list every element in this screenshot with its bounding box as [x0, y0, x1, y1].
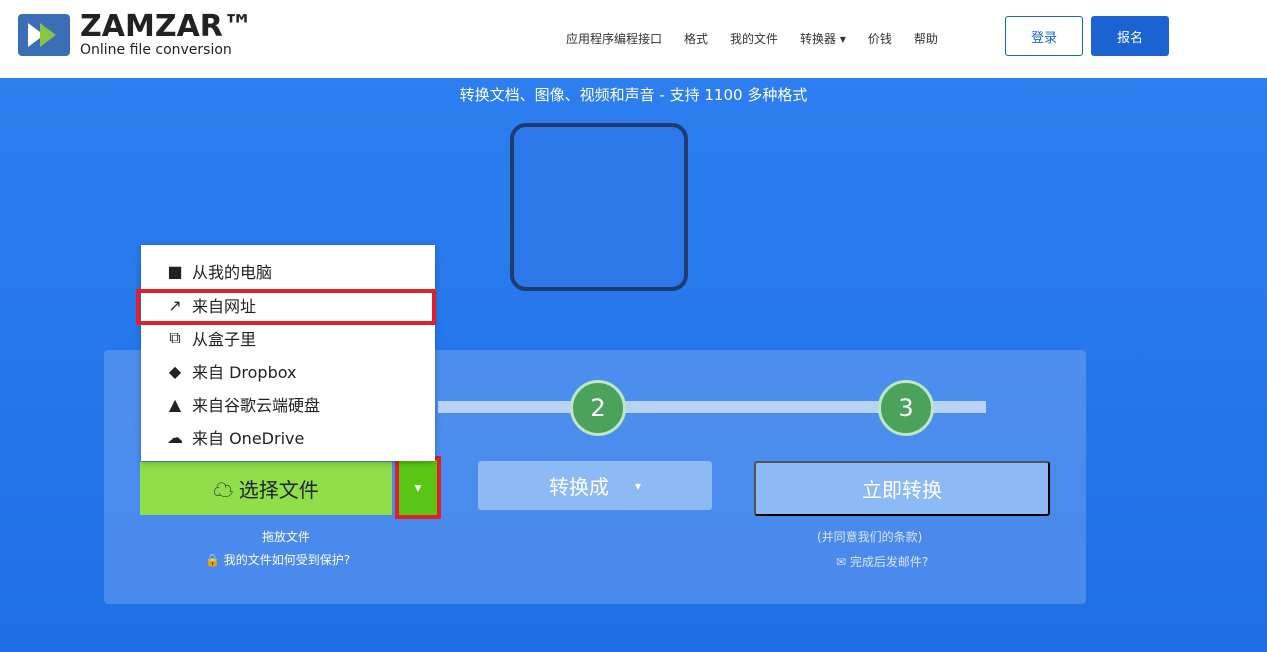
convert-now-button[interactable]: 立即转换	[754, 461, 1050, 516]
source-my-computer[interactable]: ■ 从我的电脑	[141, 255, 435, 287]
select-caret-icon: ▾	[634, 478, 642, 493]
brand-subtitle: Online file conversion	[80, 42, 232, 58]
source-box[interactable]: ⧉ 从盒子里	[141, 322, 435, 354]
box-icon: ⧉	[169, 328, 181, 347]
signup-button[interactable]: 报名	[1091, 16, 1169, 56]
step-3-indicator: 3	[878, 380, 934, 436]
convert-to-label: 转换成	[548, 475, 609, 499]
source-google-drive[interactable]: ▲ 来自谷歌云端硬盘	[141, 388, 435, 420]
nav-help[interactable]: 帮助	[914, 30, 938, 47]
file-protection-link[interactable]: 🔒 我的文件如何受到保护?	[205, 551, 350, 568]
source-onedrive[interactable]: ☁ 来自 OneDrive	[141, 421, 435, 453]
convert-to-select[interactable]: 转换成 ▾	[478, 461, 712, 510]
caret-down-icon: ▾	[414, 479, 422, 495]
brand-name: ZAMZAR™	[80, 9, 253, 44]
zamzar-logo[interactable]: ZAMZAR™ Online file conversion	[18, 12, 253, 58]
nav-my-files[interactable]: 我的文件	[730, 30, 778, 47]
file-source-dropdown: ■ 从我的电脑 ↗ 来自网址 ⧉ 从盒子里 ◆ 来自 Dropbox ▲ 来自谷歌云端硬盘…	[141, 245, 435, 461]
header: ZAMZAR™ Online file conversion 应用程序编程接口 …	[0, 0, 1267, 78]
fast-forward-illustration	[510, 123, 688, 291]
lock-icon: 🔒	[205, 553, 220, 567]
main-nav: 应用程序编程接口 格式 我的文件 转换器 ▾ 价钱 帮助	[566, 30, 938, 47]
envelope-icon: ✉	[836, 555, 847, 569]
zamzar-logo-icon	[18, 14, 70, 56]
highlight-from-url	[136, 289, 436, 325]
drag-drop-hint: 拖放文件	[262, 530, 311, 544]
choose-files-button[interactable]: ☁ 选择文件	[140, 462, 392, 515]
step-2-indicator: 2	[570, 380, 626, 436]
source-dropbox[interactable]: ◆ 来自 Dropbox	[141, 355, 435, 387]
nav-pricing[interactable]: 价钱	[868, 30, 892, 47]
dropbox-icon: ◆	[168, 361, 182, 381]
email-when-done-label: 完成后发邮件?	[849, 555, 929, 569]
file-protection-label: 我的文件如何受到保护?	[223, 553, 351, 567]
email-when-done[interactable]: ✉ 完成后发邮件?	[836, 553, 928, 570]
google-drive-icon: ▲	[168, 394, 182, 414]
nav-api[interactable]: 应用程序编程接口	[566, 30, 662, 47]
choose-files-label: 选择文件	[238, 480, 319, 502]
upload-cloud-icon: ☁	[213, 480, 234, 502]
terms-note[interactable]: (并同意我们的条款)	[817, 528, 922, 545]
nav-formats[interactable]: 格式	[684, 30, 708, 47]
login-button[interactable]: 登录	[1005, 16, 1083, 56]
folder-icon: ■	[167, 261, 183, 281]
choose-files-dropdown-toggle[interactable]: ▾	[395, 456, 441, 519]
hero-tagline: 转换文档、图像、视频和声音 - 支持 1100 多种格式	[459, 86, 808, 104]
nav-converters[interactable]: 转换器 ▾	[800, 30, 846, 47]
onedrive-icon: ☁	[167, 427, 183, 447]
